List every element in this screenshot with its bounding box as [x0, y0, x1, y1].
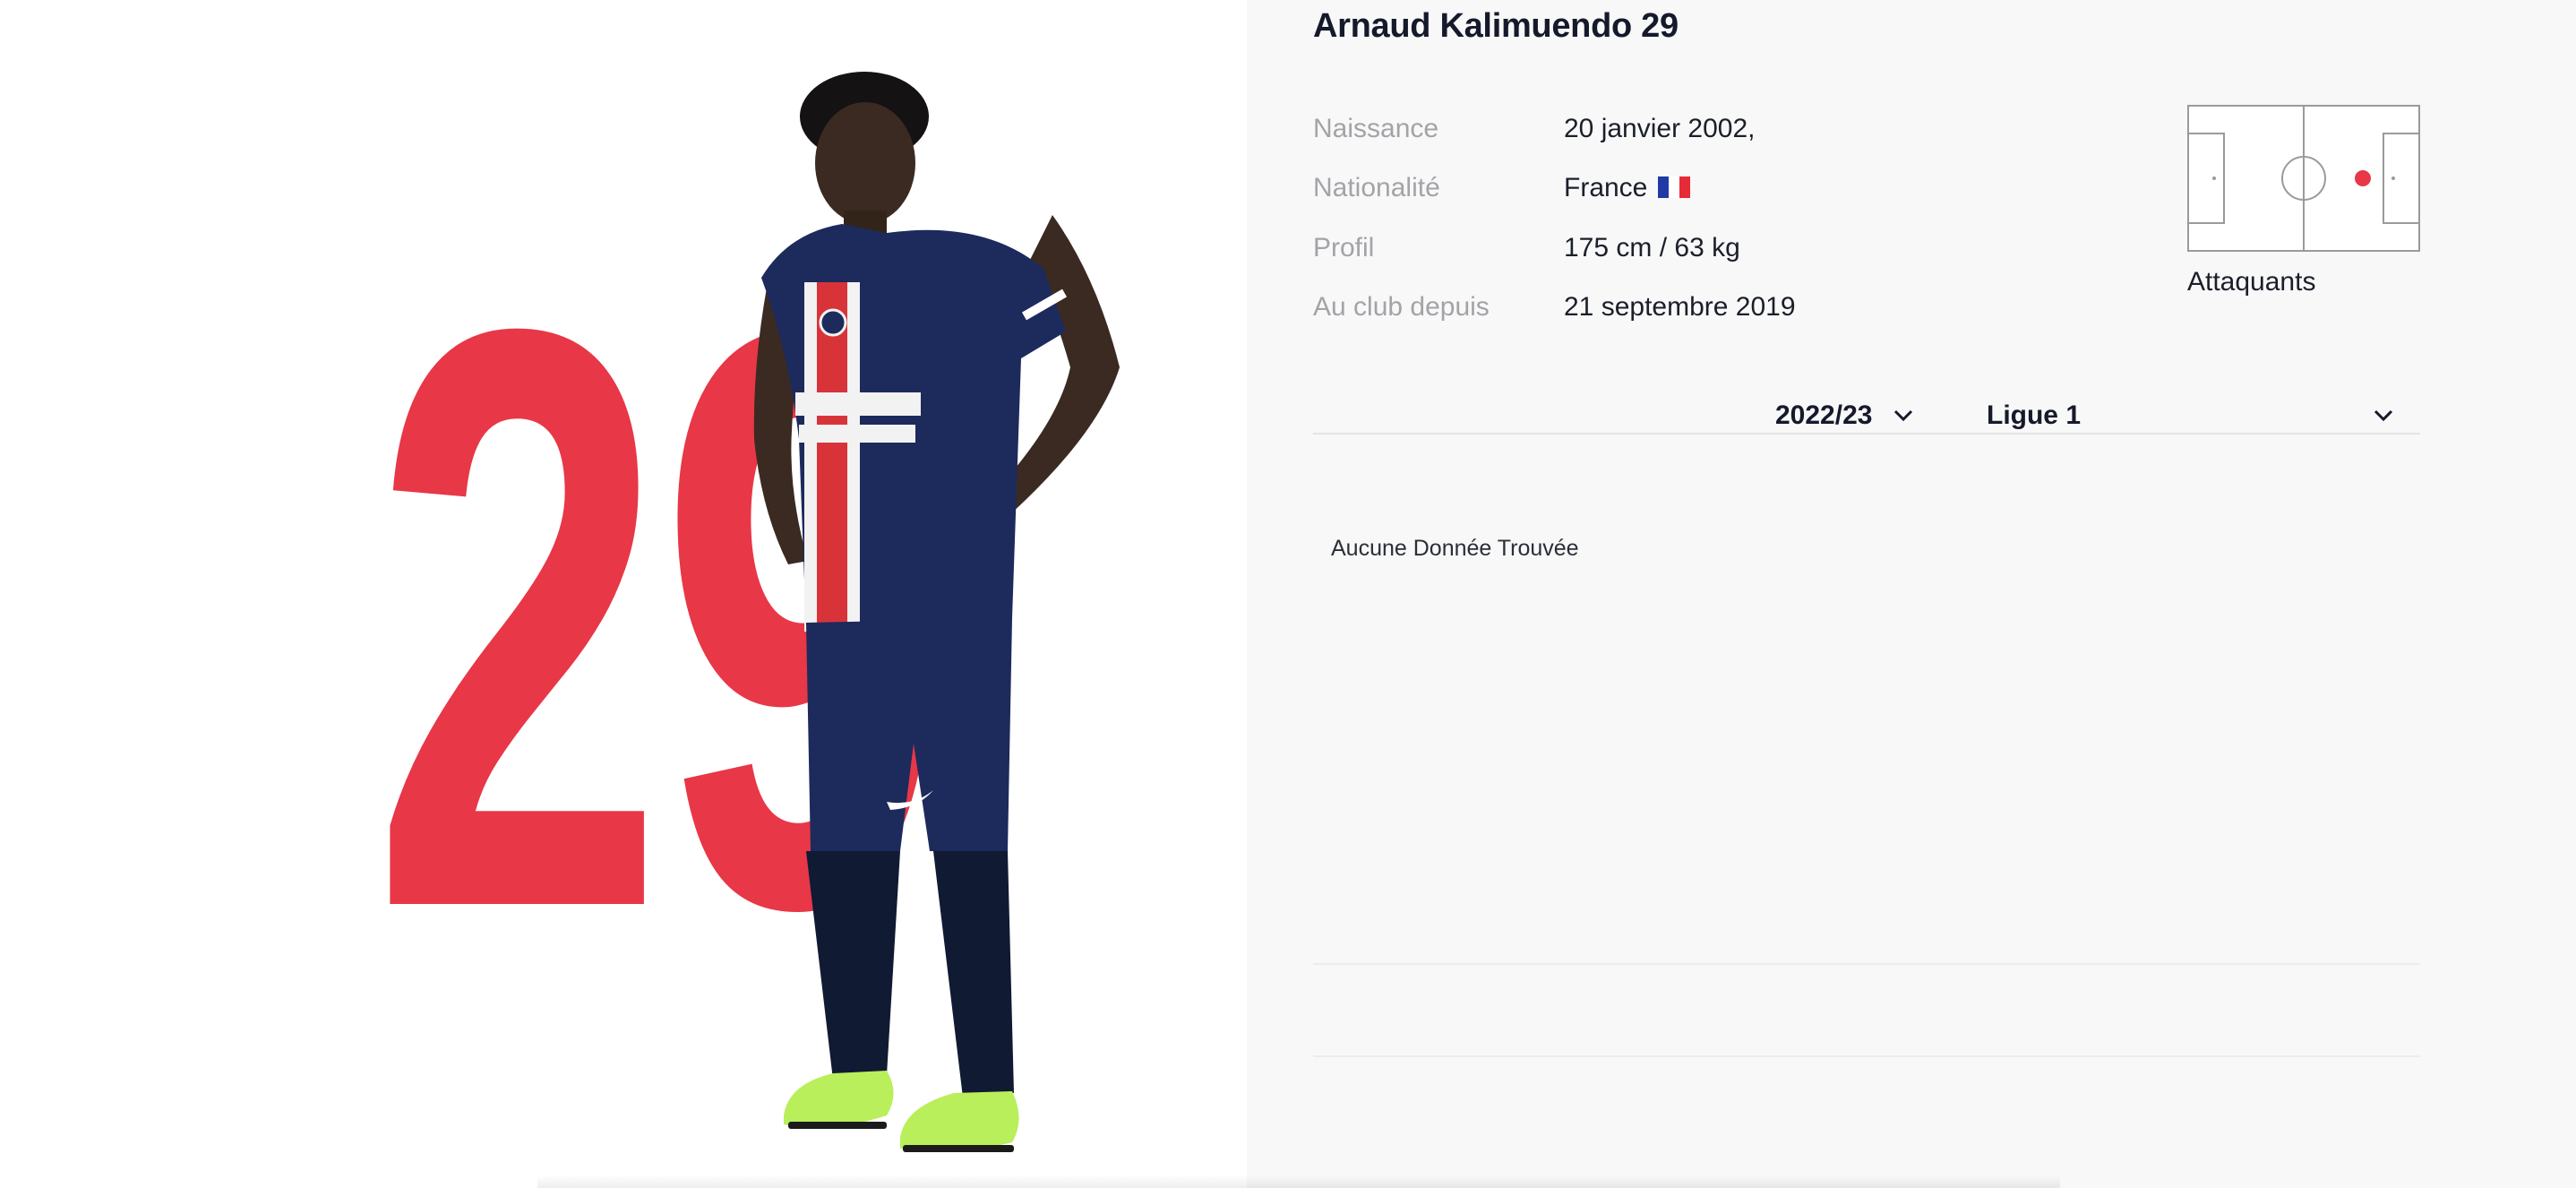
season-value: 2022/23: [1775, 400, 1873, 430]
competition-value: Ligue 1: [1987, 400, 2082, 430]
chevron-down-icon: [1894, 409, 1913, 422]
club-since-label: Au club depuis: [1313, 292, 1490, 322]
competition-dropdown[interactable]: Ligue 1: [1987, 398, 2393, 434]
pitch-position-icon: [2187, 105, 2420, 252]
nationality-label: Nationalité: [1313, 173, 1440, 202]
season-dropdown[interactable]: 2022/23: [1775, 398, 1913, 434]
nationality-value: France: [1564, 173, 1648, 202]
club-since-value: 21 septembre 2019: [1564, 292, 1796, 322]
chevron-down-icon: [2374, 409, 2393, 422]
birth-value: 20 janvier 2002,: [1564, 114, 1756, 143]
player-hero: 29: [0, 0, 1247, 1188]
france-flag-icon: [1658, 176, 1691, 198]
player-name-heading: Arnaud Kalimuendo 29: [1313, 7, 1679, 45]
profile-value: 175 cm / 63 kg: [1564, 233, 1740, 263]
filter-divider: [1313, 433, 2420, 435]
stats-divider: [1313, 963, 2420, 965]
bottom-shadow: [537, 1175, 2060, 1188]
player-photo-icon: [753, 72, 1120, 1152]
empty-stats-message: Aucune Donnée Trouvée: [1331, 536, 1579, 561]
birth-label: Naissance: [1313, 114, 1439, 143]
profile-label: Profil: [1313, 233, 1375, 263]
stats-divider: [1313, 1055, 2420, 1057]
position-label: Attaquants: [2187, 267, 2316, 297]
nationality-value-group: France: [1564, 173, 1691, 203]
